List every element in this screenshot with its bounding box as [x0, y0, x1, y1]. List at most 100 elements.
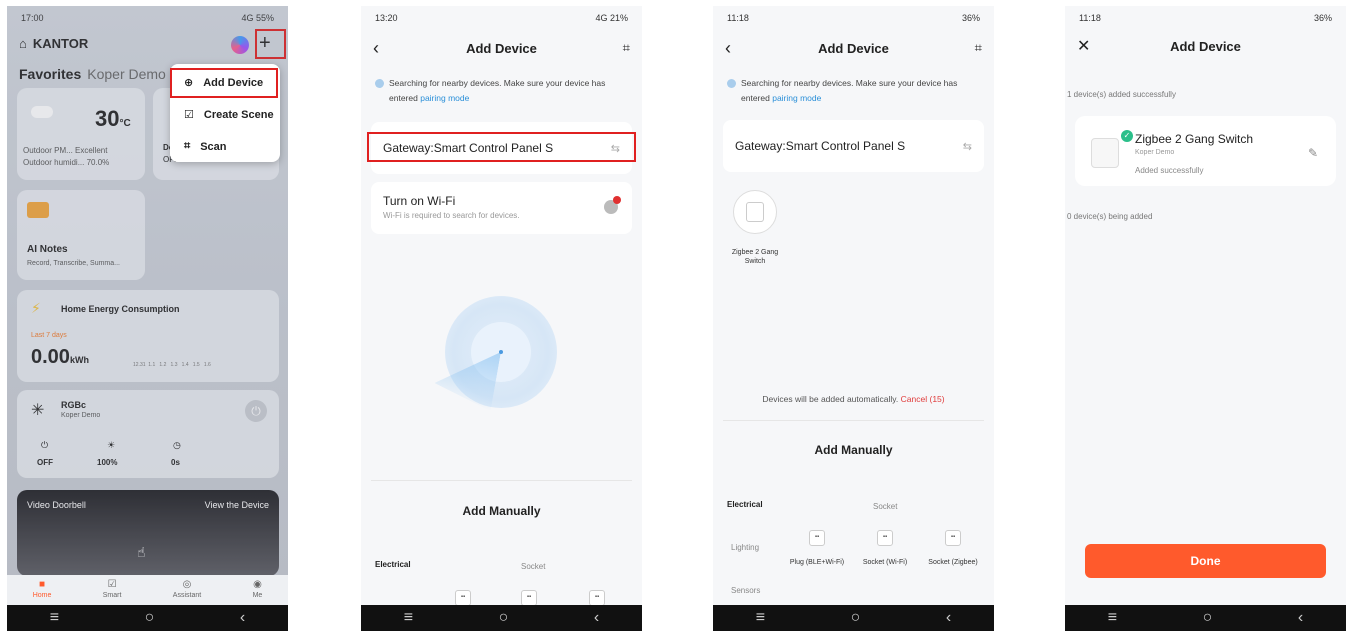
close-icon[interactable]: ✕: [1077, 36, 1090, 56]
tab-me[interactable]: ◉ Me: [253, 575, 263, 605]
device-status: Added successfully: [1135, 166, 1204, 175]
category-electrical[interactable]: Electrical: [375, 560, 411, 569]
wifi-prompt[interactable]: Turn on Wi-Fi Wi-Fi is required to searc…: [371, 182, 632, 234]
status-time: 11:18: [727, 13, 749, 23]
add-device-screen-searching: 13:20 4G 21% ‹ Add Device ⌗ Searching fo…: [361, 6, 642, 631]
switch-device-icon: [746, 202, 764, 222]
auto-add-message: Devices will be added automatically. Can…: [762, 394, 945, 404]
back-nav-icon[interactable]: ‹: [1298, 609, 1303, 627]
status-indicators: 4G 21%: [595, 13, 628, 23]
socket-wifi-device-icon[interactable]: ▪▪: [521, 590, 537, 606]
system-navbar: ≡ ○ ‹: [361, 605, 642, 631]
bottom-tabbar: ■ Home ☑ Smart ◎ Assistant ◉ Me: [7, 575, 288, 605]
category-electrical[interactable]: Electrical: [727, 500, 763, 509]
page-title: Add Device: [1170, 38, 1241, 54]
page-title: Add Device: [466, 40, 537, 56]
device-added-screen: 11:18 36% ✕ Add Device 1 device(s) added…: [1065, 6, 1346, 631]
assistant-tab-icon: ◎: [182, 579, 192, 590]
plug-device-icon[interactable]: ▪▪: [809, 530, 825, 546]
scan-icon[interactable]: ⌗: [623, 40, 630, 56]
cancel-link[interactable]: Cancel (15): [901, 394, 945, 404]
device-name: Zigbee 2 Gang Switch: [1135, 132, 1254, 146]
socket-zigbee-device-icon[interactable]: ▪▪: [945, 530, 961, 546]
found-device-icon[interactable]: [733, 190, 777, 234]
recents-icon[interactable]: ≡: [1108, 609, 1117, 627]
menu-scan[interactable]: ⌗ Scan: [184, 140, 227, 153]
socket-wifi-label: Socket (Wi-Fi): [862, 559, 908, 566]
menu-create-scene-label: Create Scene: [203, 108, 274, 121]
scan-icon: ⌗: [184, 140, 191, 152]
pairing-mode-link[interactable]: pairing mode: [420, 93, 469, 103]
socket-zigbee-device-icon[interactable]: ▪▪: [589, 590, 605, 606]
home-button-icon[interactable]: ○: [145, 609, 155, 627]
menu-create-scene[interactable]: ☑ Create Scene: [184, 108, 274, 122]
system-navbar: ≡ ○ ‹: [7, 605, 288, 631]
plug-device-icon[interactable]: ▪▪: [455, 590, 471, 606]
system-navbar: ≡ ○ ‹: [1065, 605, 1346, 631]
home-tab-icon: ■: [39, 579, 46, 590]
status-time: 11:18: [1079, 13, 1101, 23]
scan-icon[interactable]: ⌗: [975, 40, 982, 56]
back-nav-icon[interactable]: ‹: [594, 609, 599, 627]
back-nav-icon[interactable]: ‹: [240, 609, 245, 627]
status-bar: 13:20 4G 21%: [361, 6, 642, 30]
back-icon[interactable]: ‹: [725, 38, 731, 59]
create-scene-icon: ☑: [184, 109, 194, 121]
gateway-selector[interactable]: Gateway:Smart Control Panel S ⇆: [723, 120, 984, 172]
plug-label: Plug (BLE+Wi-Fi): [789, 559, 845, 566]
home-screen: 17:00 4G 55% ⌂ KANTOR + Favorites Koper …: [7, 6, 288, 631]
category-lighting[interactable]: Lighting: [731, 543, 759, 552]
loading-icon: [375, 79, 384, 88]
wifi-icon[interactable]: [604, 196, 621, 214]
subcategory-socket: Socket: [873, 502, 898, 511]
home-button-icon[interactable]: ○: [851, 609, 861, 627]
status-bar: 11:18 36%: [713, 6, 994, 30]
status-indicators: 36%: [1313, 13, 1332, 23]
recents-icon[interactable]: ≡: [404, 609, 413, 627]
status-indicators: 36%: [961, 13, 980, 23]
wifi-sub: Wi-Fi is required to search for devices.: [383, 211, 520, 220]
added-device-row[interactable]: ✓ Zigbee 2 Gang Switch Koper Demo Added …: [1075, 116, 1336, 186]
status-bar: 11:18 36%: [1065, 6, 1346, 30]
socket-wifi-device-icon[interactable]: ▪▪: [877, 530, 893, 546]
status-time: 13:20: [375, 13, 398, 23]
done-button[interactable]: Done: [1085, 544, 1326, 578]
searching-message: Searching for nearby devices. Make sure …: [375, 76, 628, 106]
edit-icon[interactable]: ✎: [1308, 146, 1318, 160]
me-tab-icon: ◉: [253, 579, 262, 590]
tab-assistant[interactable]: ◎ Assistant: [173, 575, 201, 605]
highlight-box: [367, 132, 636, 162]
header: ‹ Add Device ⌗: [713, 36, 994, 60]
home-button-icon[interactable]: ○: [499, 609, 509, 627]
back-nav-icon[interactable]: ‹: [946, 609, 951, 627]
add-manually-heading: Add Manually: [462, 504, 541, 518]
tab-smart[interactable]: ☑ Smart: [103, 575, 122, 605]
being-added: 0 device(s) being added: [1067, 212, 1153, 221]
highlight-box: [170, 68, 278, 98]
add-manually-heading: Add Manually: [814, 443, 893, 457]
success-check-icon: ✓: [1121, 130, 1133, 142]
switch-device-icon: [1091, 138, 1119, 168]
back-icon[interactable]: ‹: [373, 38, 379, 59]
found-device-name: Zigbee 2 Gang Switch: [731, 249, 779, 265]
smart-tab-icon: ☑: [107, 579, 117, 590]
recents-icon[interactable]: ≡: [756, 609, 765, 627]
divider: [723, 420, 984, 421]
category-sensors[interactable]: Sensors: [731, 586, 760, 595]
searching-message: Searching for nearby devices. Make sure …: [727, 76, 980, 106]
pairing-mode-link[interactable]: pairing mode: [772, 93, 821, 103]
divider: [371, 480, 632, 481]
radar-animation: [445, 296, 557, 408]
switch-icon[interactable]: ⇆: [963, 140, 972, 153]
loading-icon: [727, 79, 736, 88]
wifi-title: Turn on Wi-Fi: [383, 194, 456, 208]
socket-zigbee-label: Socket (Zigbee): [928, 559, 978, 566]
device-room: Koper Demo: [1135, 149, 1175, 156]
menu-scan-label: Scan: [200, 140, 227, 153]
page-title: Add Device: [818, 40, 889, 56]
header: ‹ Add Device ⌗: [361, 36, 642, 60]
home-button-icon[interactable]: ○: [1203, 609, 1213, 627]
subcategory-socket: Socket: [521, 562, 546, 571]
recents-icon[interactable]: ≡: [50, 609, 59, 627]
tab-home[interactable]: ■ Home: [33, 575, 52, 605]
